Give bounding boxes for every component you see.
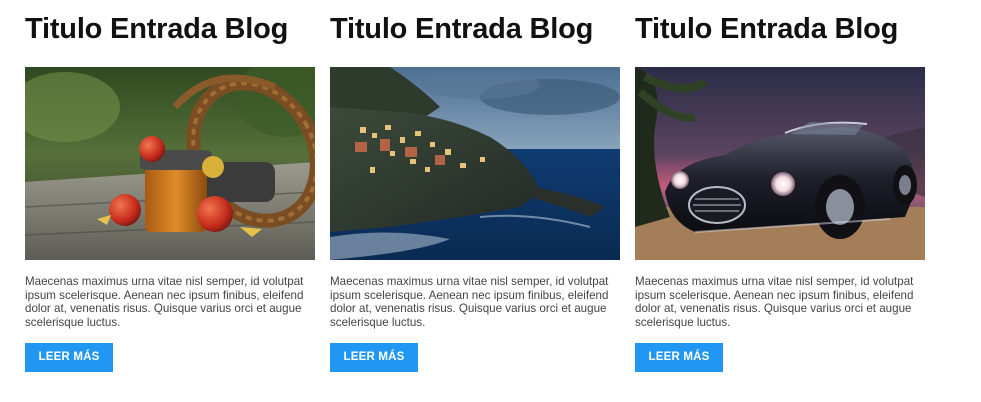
post-excerpt: Maecenas maximus urna vitae nisl semper,… (635, 275, 914, 329)
post-image-cliffside-village[interactable] (330, 67, 620, 260)
post-title[interactable]: Titulo Entrada Blog (330, 9, 630, 49)
read-more-button[interactable]: LEER MÁS (330, 343, 418, 372)
blog-grid: Titulo Entrada Blog Maecenas maximus urn… (0, 0, 981, 402)
post-excerpt: Maecenas maximus urna vitae nisl semper,… (330, 275, 609, 329)
post-image-apples-basket[interactable] (25, 67, 315, 260)
post-excerpt: Maecenas maximus urna vitae nisl semper,… (25, 275, 304, 329)
post-title[interactable]: Titulo Entrada Blog (25, 9, 325, 49)
post-image-classic-car[interactable] (635, 67, 925, 260)
read-more-button[interactable]: LEER MÁS (25, 343, 113, 372)
post-title[interactable]: Titulo Entrada Blog (635, 9, 935, 49)
read-more-button[interactable]: LEER MÁS (635, 343, 723, 372)
